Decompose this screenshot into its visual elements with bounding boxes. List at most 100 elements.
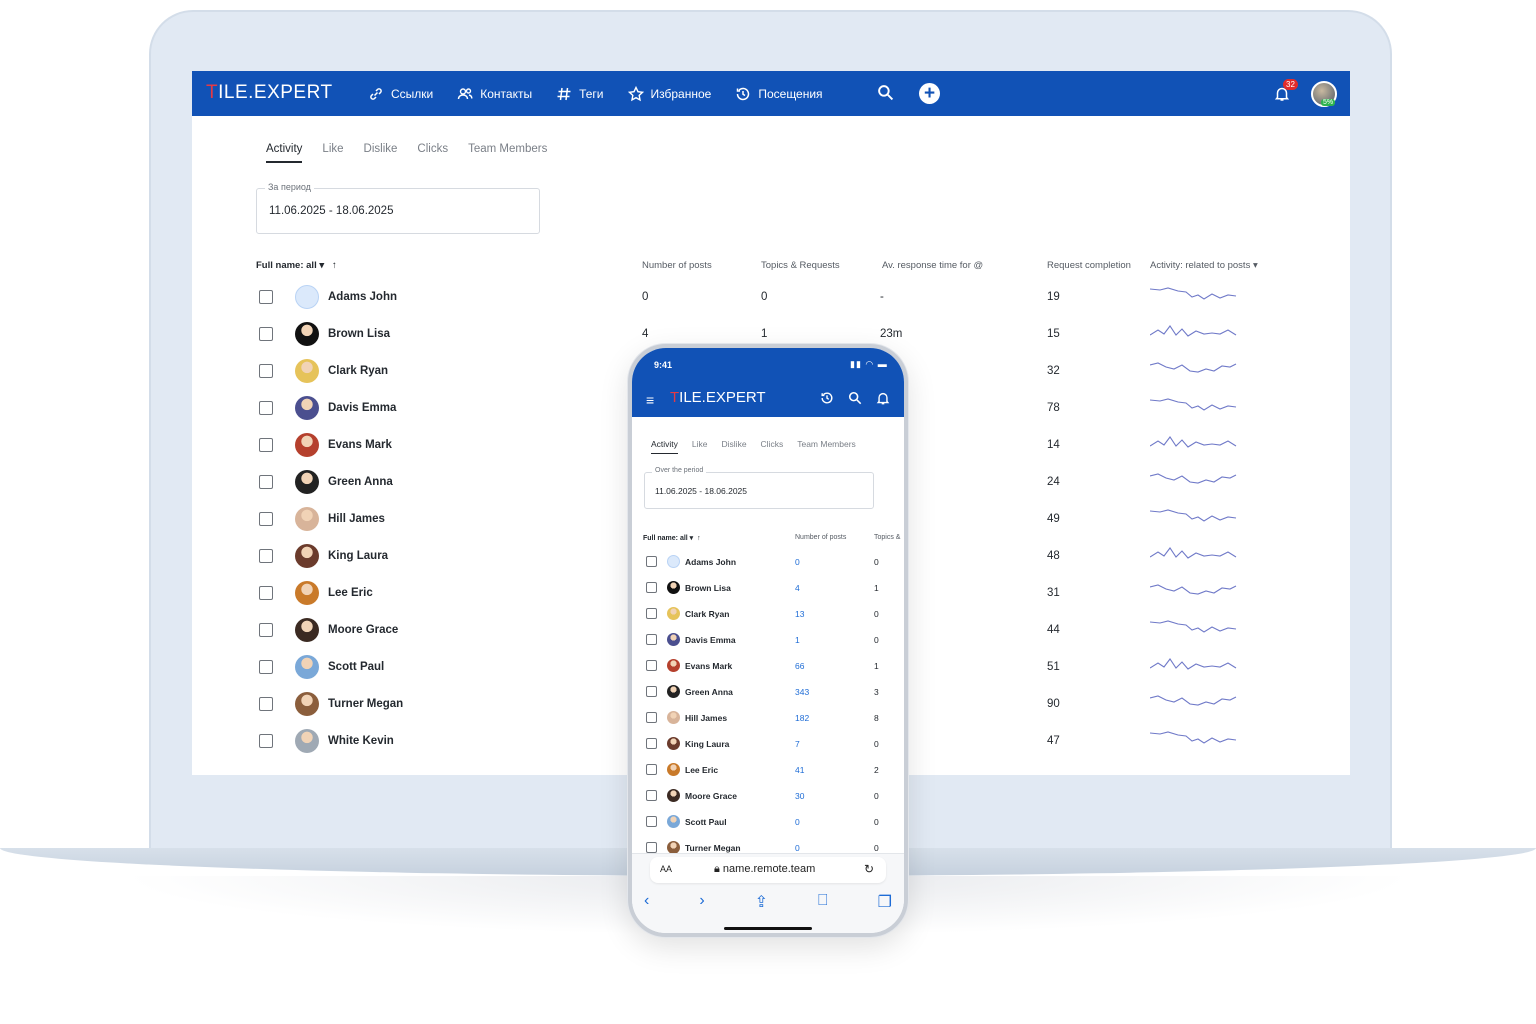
member-name[interactable]: Brown Lisa bbox=[685, 583, 731, 593]
member-name[interactable]: Moore Grace bbox=[685, 791, 737, 801]
row-checkbox[interactable] bbox=[646, 816, 657, 827]
phone-table-row[interactable]: Davis Emma 1 0 bbox=[632, 627, 904, 653]
member-name[interactable]: Adams John bbox=[328, 291, 397, 303]
phone-table-row[interactable]: Hill James 182 8 bbox=[632, 705, 904, 731]
member-name[interactable]: Adams John bbox=[685, 557, 736, 567]
row-checkbox[interactable] bbox=[259, 327, 273, 341]
row-checkbox[interactable] bbox=[259, 401, 273, 415]
member-name[interactable]: Scott Paul bbox=[328, 661, 384, 673]
row-checkbox[interactable] bbox=[646, 712, 657, 723]
column-header-name[interactable]: Full name: all ▾ ↑ bbox=[256, 260, 337, 271]
member-name[interactable]: White Kevin bbox=[328, 735, 394, 747]
member-name[interactable]: Clark Ryan bbox=[685, 609, 729, 619]
row-checkbox[interactable] bbox=[259, 623, 273, 637]
nav-visits[interactable]: Посещения bbox=[735, 86, 823, 102]
tab-team-members[interactable]: Team Members bbox=[468, 143, 547, 163]
bookmarks-icon[interactable]: ⎕ bbox=[818, 892, 828, 912]
phone-column-header-posts[interactable]: Number of posts bbox=[795, 534, 846, 541]
nav-contacts[interactable]: Контакты bbox=[457, 86, 532, 102]
member-name[interactable]: Hill James bbox=[685, 713, 727, 723]
column-header-completion[interactable]: Request completion bbox=[1047, 260, 1131, 271]
member-name[interactable]: Scott Paul bbox=[685, 817, 727, 827]
phone-tab-activity[interactable]: Activity bbox=[651, 439, 678, 454]
phone-table-row[interactable]: Lee Eric 41 2 bbox=[632, 757, 904, 783]
hamburger-menu-icon[interactable]: ≡ bbox=[646, 392, 654, 408]
phone-table-row[interactable]: Brown Lisa 4 1 bbox=[632, 575, 904, 601]
search-icon[interactable] bbox=[848, 391, 862, 405]
posts-count[interactable]: 182 bbox=[795, 713, 809, 723]
member-name[interactable]: Evans Mark bbox=[685, 661, 732, 671]
member-name[interactable]: Lee Eric bbox=[328, 587, 373, 599]
add-button[interactable]: + bbox=[919, 83, 940, 104]
phone-table-row[interactable]: Adams John 0 0 bbox=[632, 549, 904, 575]
posts-count[interactable]: 0 bbox=[795, 557, 800, 567]
phone-tab-team-members[interactable]: Team Members bbox=[797, 439, 856, 454]
phone-tab-clicks[interactable]: Clicks bbox=[761, 439, 784, 454]
phone-table-row[interactable]: Moore Grace 30 0 bbox=[632, 783, 904, 809]
tab-clicks[interactable]: Clicks bbox=[417, 143, 448, 163]
row-checkbox[interactable] bbox=[646, 842, 657, 853]
member-name[interactable]: Clark Ryan bbox=[328, 365, 388, 377]
tab-activity[interactable]: Activity bbox=[266, 143, 303, 163]
share-icon[interactable]: ⇪ bbox=[755, 892, 768, 912]
posts-count[interactable]: 30 bbox=[795, 791, 804, 801]
row-checkbox[interactable] bbox=[259, 586, 273, 600]
posts-count[interactable]: 0 bbox=[795, 817, 800, 827]
row-checkbox[interactable] bbox=[259, 549, 273, 563]
tabs-icon[interactable]: ❐ bbox=[878, 892, 892, 912]
row-checkbox[interactable] bbox=[259, 475, 273, 489]
row-checkbox[interactable] bbox=[646, 764, 657, 775]
phone-tab-like[interactable]: Like bbox=[692, 439, 708, 454]
row-checkbox[interactable] bbox=[259, 512, 273, 526]
row-checkbox[interactable] bbox=[259, 697, 273, 711]
nav-links[interactable]: Ссылки bbox=[368, 86, 433, 102]
phone-column-header-name[interactable]: Full name: all ▾ ↑ bbox=[643, 534, 701, 542]
text-size-button[interactable]: AA bbox=[660, 864, 672, 874]
posts-count[interactable]: 1 bbox=[795, 635, 800, 645]
posts-count[interactable]: 4 bbox=[795, 583, 800, 593]
phone-table-row[interactable]: Green Anna 343 3 bbox=[632, 679, 904, 705]
tab-dislike[interactable]: Dislike bbox=[364, 143, 398, 163]
row-checkbox[interactable] bbox=[259, 734, 273, 748]
member-name[interactable]: Green Anna bbox=[685, 687, 733, 697]
table-row[interactable]: Adams John 0 0 - 19 bbox=[192, 279, 1350, 316]
phone-logo[interactable]: TILE.EXPERT bbox=[670, 389, 766, 406]
member-name[interactable]: Moore Grace bbox=[328, 624, 398, 636]
phone-table-row[interactable]: King Laura 7 0 bbox=[632, 731, 904, 757]
posts-count[interactable]: 343 bbox=[795, 687, 809, 697]
posts-count[interactable]: 13 bbox=[795, 609, 804, 619]
phone-table-row[interactable]: Scott Paul 0 0 bbox=[632, 809, 904, 835]
row-checkbox[interactable] bbox=[646, 660, 657, 671]
nav-favorites[interactable]: Избранное bbox=[627, 85, 711, 102]
phone-period-field[interactable]: Over the period 11.06.2025 - 18.06.2025 bbox=[644, 467, 874, 509]
row-checkbox[interactable] bbox=[646, 790, 657, 801]
row-checkbox[interactable] bbox=[646, 582, 657, 593]
posts-count[interactable]: 7 bbox=[795, 739, 800, 749]
forward-icon[interactable]: › bbox=[699, 892, 704, 912]
row-checkbox[interactable] bbox=[646, 686, 657, 697]
member-name[interactable]: Davis Emma bbox=[685, 635, 736, 645]
back-icon[interactable]: ‹ bbox=[644, 892, 649, 912]
phone-table-row[interactable]: Evans Mark 66 1 bbox=[632, 653, 904, 679]
row-checkbox[interactable] bbox=[646, 634, 657, 645]
row-checkbox[interactable] bbox=[646, 738, 657, 749]
phone-tab-dislike[interactable]: Dislike bbox=[722, 439, 747, 454]
member-name[interactable]: Hill James bbox=[328, 513, 385, 525]
row-checkbox[interactable] bbox=[259, 438, 273, 452]
reload-icon[interactable]: ↻ bbox=[864, 862, 874, 876]
history-icon[interactable] bbox=[820, 391, 834, 405]
search-icon[interactable] bbox=[877, 84, 894, 101]
posts-count[interactable]: 0 bbox=[795, 843, 800, 853]
member-name[interactable]: Evans Mark bbox=[328, 439, 392, 451]
tab-like[interactable]: Like bbox=[322, 143, 343, 163]
column-header-topics[interactable]: Topics & Requests bbox=[761, 260, 840, 271]
logo[interactable]: TILE.EXPERT bbox=[206, 82, 333, 104]
row-checkbox[interactable] bbox=[259, 364, 273, 378]
member-name[interactable]: Turner Megan bbox=[685, 843, 741, 853]
row-checkbox[interactable] bbox=[646, 556, 657, 567]
member-name[interactable]: Turner Megan bbox=[328, 698, 403, 710]
column-header-response[interactable]: Av. response time for @ bbox=[882, 260, 983, 271]
member-name[interactable]: Green Anna bbox=[328, 476, 393, 488]
row-checkbox[interactable] bbox=[646, 608, 657, 619]
member-name[interactable]: King Laura bbox=[328, 550, 388, 562]
